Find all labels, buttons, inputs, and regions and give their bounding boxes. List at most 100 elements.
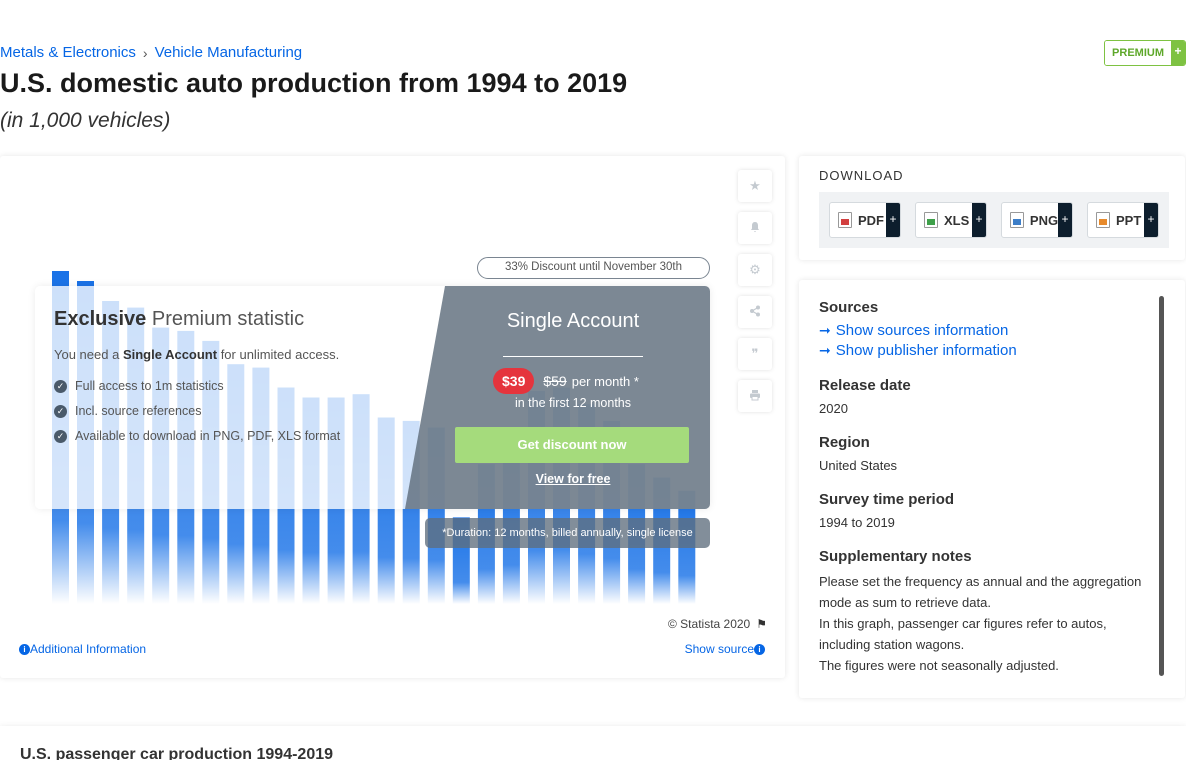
check-icon: ✓ [54,429,67,443]
feature-text: Full access to 1m statistics [75,379,224,393]
paywall-subtitle-post: for unlimited access. [217,347,340,362]
region-block: Region United States [819,434,1149,473]
paywall-info: Exclusive Premium statistic You need a S… [54,308,434,454]
premium-label: PREMIUM [1105,41,1171,65]
show-publisher-link[interactable]: ➞ Show publisher information [819,342,1149,359]
discount-pill: 33% Discount until November 30th [477,257,710,279]
metadata-content: Sources ➞ Show sources information ➞ Sho… [819,299,1149,676]
check-icon: ✓ [54,379,67,393]
settings-button[interactable]: ⚙ [738,254,772,286]
account-title: Single Account [506,310,640,332]
check-icon: ✓ [54,404,67,418]
price-new: $39 [493,368,535,394]
supplementary-notes-block: Supplementary notes Please set the frequ… [819,548,1149,676]
notify-button[interactable] [738,212,772,244]
related-statistic-title: U.S. passenger car production 1994-2019 [20,746,334,760]
quote-icon: ❞ [751,346,759,361]
chart-card: 33% Discount until November 30th Exclusi… [0,156,785,678]
breadcrumb: Metals & Electronics › Vehicle Manufactu… [0,44,302,61]
print-icon [749,389,761,404]
copyright: © Statista 2020 ⚑ [668,617,767,631]
breadcrumb-link-metals[interactable]: Metals & Electronics [0,44,136,61]
pdf-file-icon [838,212,852,228]
paywall-subtitle: You need a Single Account for unlimited … [54,347,434,362]
chart-tools: ★ ⚙ ❞ [738,170,772,422]
price-old: $59 [543,373,567,389]
premium-badge[interactable]: PREMIUM + [1104,40,1186,66]
paywall-title: Exclusive Premium statistic [54,308,434,331]
paywall-feature-list: ✓ Full access to 1m statistics ✓ Incl. sou… [54,379,434,443]
related-statistic-card[interactable]: U.S. passenger car production 1994-2019 [0,726,1186,760]
metadata-card: Sources ➞ Show sources information ➞ Sho… [799,280,1185,698]
additional-info-label: Additional Information [30,642,147,656]
get-discount-button[interactable]: Get discount now [455,427,689,463]
breadcrumb-separator: › [142,44,148,61]
show-source-label: Show source [684,642,754,656]
cite-button[interactable]: ❞ [738,338,772,370]
gear-icon: ⚙ [749,262,761,277]
star-icon: ★ [749,178,761,193]
plus-icon: + [886,203,900,237]
show-sources-link[interactable]: ➞ Show sources information [819,322,1149,339]
release-date-value: 2020 [819,401,848,416]
bell-icon [749,221,761,236]
supplementary-note: In this graph, passenger car figures ref… [819,616,1107,652]
account-offer-panel: Single Account $39 $59 per month * in th… [405,286,710,509]
duration-note: *Duration: 12 months, billed annually, s… [425,518,710,548]
print-button[interactable] [738,380,772,412]
feature-item: ✓ Incl. source references [54,404,434,418]
release-date-heading: Release date [819,377,911,394]
release-date-block: Release date 2020 [819,377,1149,416]
price-period: per month * [571,373,639,389]
additional-info-link[interactable]: i Additional Information [19,642,146,656]
paywall-title-bold: Exclusive [54,308,147,330]
copyright-text: © Statista 2020 [668,617,751,631]
page-title: U.S. domestic auto production from 1994 … [0,68,628,98]
paywall-title-rest: Premium statistic [146,308,305,330]
download-buttons: PDF + XLS + PNG + PPT + [819,192,1169,248]
feature-item: ✓ Full access to 1m statistics [54,379,434,393]
show-sources-label: Show sources information [835,322,1009,339]
download-title: DOWNLOAD [819,168,904,183]
page-subtitle: (in 1,000 vehicles) [0,109,171,132]
supplementary-note: The figures were not seasonally adjusted… [819,658,1059,673]
supplementary-notes-heading: Supplementary notes [819,548,972,565]
feature-text: Available to download in PNG, PDF, XLS f… [75,429,341,443]
download-pdf-label: PDF [858,212,884,228]
xls-file-icon [924,212,938,228]
region-value: United States [819,458,898,473]
paywall-subtitle-bold: Single Account [122,347,218,362]
download-xls-button[interactable]: XLS + [915,202,987,238]
arrow-right-icon: ➞ [819,322,831,338]
info-icon: i [19,643,30,655]
feature-item: ✓ Available to download in PNG, PDF, XLS … [54,429,434,443]
view-for-free-link[interactable]: View for free [463,472,683,486]
price-row: $39 $59 per month * [493,368,639,394]
favorite-button[interactable]: ★ [738,170,772,202]
download-pdf-button[interactable]: PDF + [829,202,901,238]
png-file-icon [1010,212,1024,228]
plus-icon: + [972,203,986,237]
price-subtitle: in the first 12 months [514,396,632,410]
supplementary-note: Please set the frequency as annual and t… [819,574,1142,610]
region-heading: Region [819,434,870,451]
download-png-label: PNG [1029,212,1059,228]
premium-plus-icon: + [1171,41,1185,65]
metadata-scrollbar[interactable] [1159,296,1164,676]
show-source-link[interactable]: Show source i [685,642,765,656]
breadcrumb-link-vehicle-manufacturing[interactable]: Vehicle Manufacturing [155,44,303,61]
plus-icon: + [1144,203,1158,237]
share-button[interactable] [738,296,772,328]
account-divider [503,356,643,357]
download-png-button[interactable]: PNG + [1001,202,1073,238]
feature-text: Incl. source references [75,404,202,418]
sources-heading: Sources [819,299,879,316]
survey-period-block: Survey time period 1994 to 2019 [819,491,1149,530]
download-ppt-button[interactable]: PPT + [1087,202,1159,238]
download-xls-label: XLS [944,212,970,228]
plus-icon: + [1058,203,1072,237]
flag-icon[interactable]: ⚑ [756,617,767,631]
paywall-overlay: Exclusive Premium statistic You need a S… [35,286,710,509]
show-publisher-label: Show publisher information [835,342,1017,359]
info-icon: i [754,643,765,655]
